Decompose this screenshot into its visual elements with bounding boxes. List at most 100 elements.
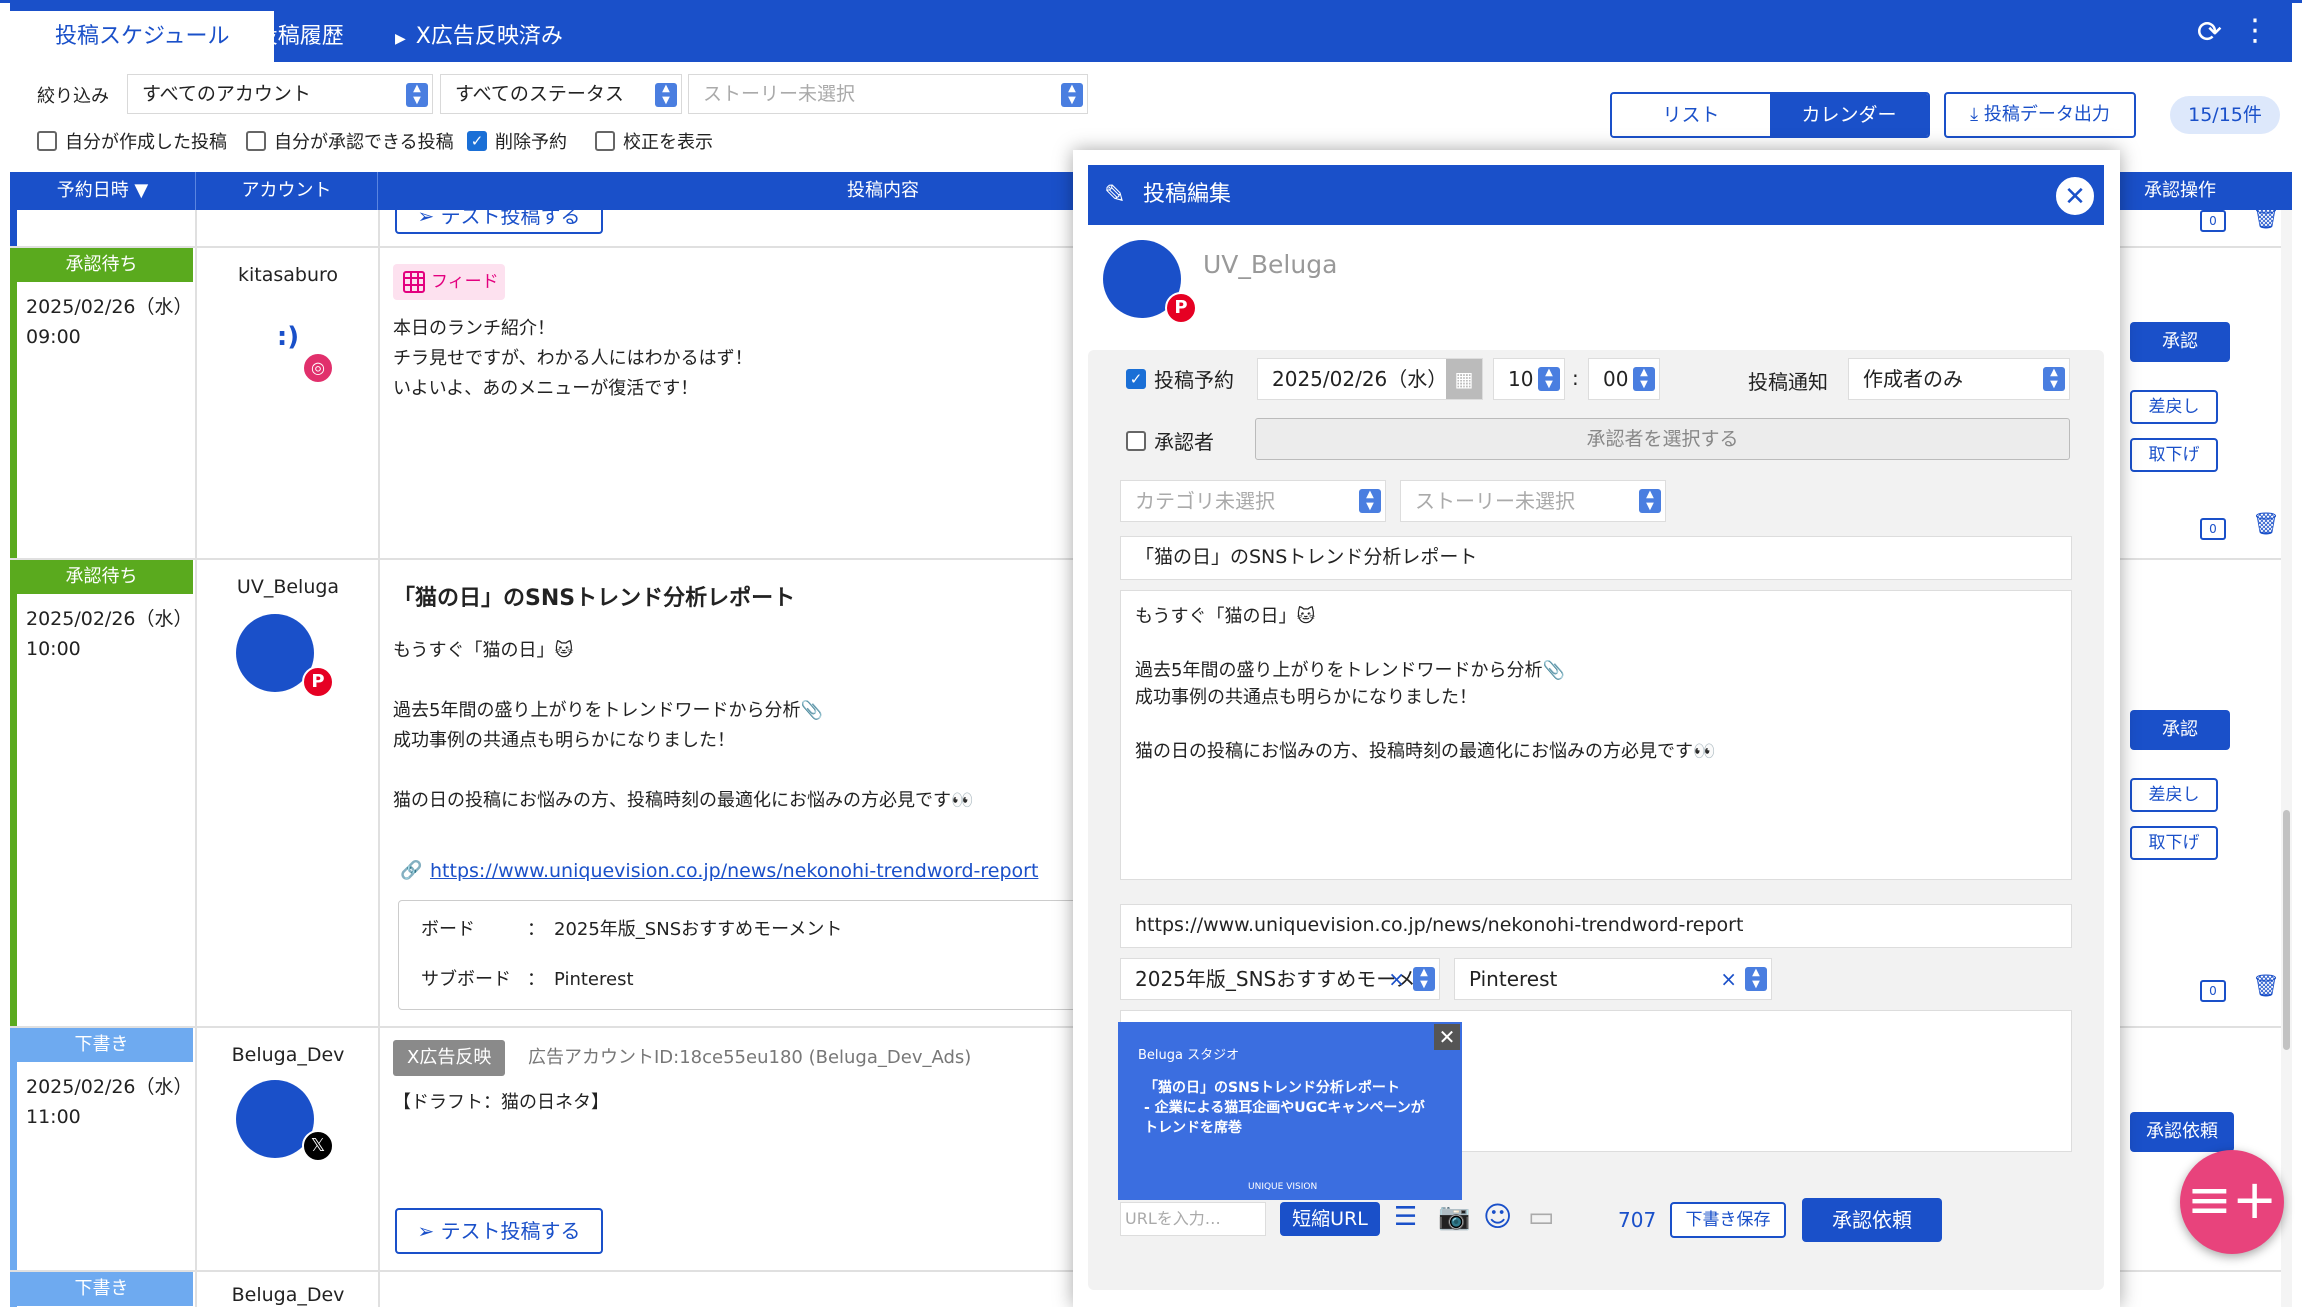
status-badge: 承認待ち bbox=[10, 248, 193, 282]
select-approver-button[interactable]: 承認者を選択する bbox=[1255, 418, 2070, 460]
kebab-menu-icon[interactable]: ⋮ bbox=[2240, 13, 2270, 48]
status-badge: 承認待ち bbox=[10, 560, 193, 594]
comment-count-icon[interactable]: 0 bbox=[2200, 518, 2226, 540]
schedule-label: 投稿予約 bbox=[1154, 368, 1234, 392]
scrollbar[interactable] bbox=[2281, 210, 2292, 1307]
withdraw-button[interactable]: 取下げ bbox=[2130, 438, 2218, 472]
filter-label: 絞り込み bbox=[37, 86, 109, 107]
url-input[interactable]: https://www.uniquevision.co.jp/news/neko… bbox=[1120, 904, 2072, 948]
check-approvable[interactable]: 自分が承認できる投稿 bbox=[246, 128, 454, 154]
reject-button[interactable]: 差戻し bbox=[2130, 390, 2218, 424]
checkbox-icon bbox=[595, 131, 615, 151]
tab-xads-label: X広告反映済み bbox=[415, 24, 563, 49]
save-draft-button[interactable]: 下書き保存 bbox=[1670, 1202, 1786, 1238]
post-link[interactable]: https://www.uniquevision.co.jp/news/neko… bbox=[430, 860, 1038, 882]
calendar-icon[interactable]: ▦ bbox=[1446, 359, 1482, 399]
check-label: 削除予約 bbox=[495, 132, 567, 153]
view-toggle: リスト カレンダー bbox=[1610, 92, 1930, 138]
tab-history[interactable]: ▶ 投稿履歴 bbox=[235, 11, 344, 62]
story-select[interactable]: ストーリー未選択 ▲ ▼ bbox=[688, 74, 1088, 114]
export-button[interactable]: ⤓ 投稿データ出力 bbox=[1944, 92, 2136, 138]
story-placeholder: ストーリー未選択 bbox=[1415, 489, 1575, 513]
status-badge: 下書き bbox=[10, 1272, 193, 1306]
instagram-icon: ◎ bbox=[302, 352, 334, 384]
thumb-line: - 企業による猫耳企画やUGCキャンペーンが bbox=[1144, 1100, 1425, 1116]
triangle-icon: ▶ bbox=[235, 31, 246, 47]
check-delete-reserved[interactable]: ✓ 削除予約 bbox=[467, 128, 567, 154]
date-input[interactable]: 2025/02/26（水） ▦ bbox=[1257, 358, 1483, 400]
remove-image-icon[interactable]: ✕ bbox=[1434, 1024, 1460, 1050]
clear-icon[interactable]: × bbox=[1720, 959, 1737, 999]
col-date[interactable]: 予約日時 ▼ bbox=[10, 172, 196, 210]
avatar: :) bbox=[276, 322, 300, 352]
modal-header: ✎ 投稿編集 ✕ bbox=[1088, 165, 2104, 225]
status-stripe bbox=[10, 1028, 17, 1270]
close-icon[interactable]: ✕ bbox=[2056, 177, 2094, 215]
app: 投稿スケジュール ▶ 投稿履歴 ▶ X広告反映済み ⟳ ⋮ 絞り込み すべてのアカウ… bbox=[0, 0, 2302, 1307]
view-list-button[interactable]: リスト bbox=[1612, 94, 1770, 136]
board-select[interactable]: 2025年版_SNSおすすめモーメント×▲▼ bbox=[1120, 958, 1440, 1031]
post-body-line: 成功事例の共通点も明らかになりました！ bbox=[393, 730, 735, 751]
separator: ： bbox=[527, 969, 545, 990]
feed-tag: フィード bbox=[393, 264, 505, 300]
trash-icon[interactable]: 🗑 bbox=[2252, 974, 2280, 999]
spinner-icon: ▲ ▼ bbox=[1633, 367, 1655, 391]
send-icon: ➢ bbox=[417, 1219, 441, 1243]
post-body-line: 過去5年間の盛り上がりをトレンドワードから分析📎 bbox=[393, 700, 823, 721]
story-select[interactable]: ストーリー未選択 ▲ ▼ bbox=[1400, 480, 1666, 522]
clear-icon[interactable]: × bbox=[1388, 959, 1405, 999]
add-post-fab[interactable]: ≡+ bbox=[2180, 1150, 2284, 1254]
account-select[interactable]: すべてのアカウント ▲ ▼ bbox=[127, 74, 433, 114]
camera-icon[interactable]: 📷 bbox=[1438, 1202, 1470, 1232]
edit-modal: ✎ 投稿編集 ✕ P UV_Beluga ✓ 投稿予約 2025/02/26（水）… bbox=[1073, 150, 2120, 1307]
post-time: 10:00 bbox=[26, 638, 81, 660]
preview-icon[interactable]: ▭ bbox=[1528, 1200, 1554, 1233]
hour-input[interactable]: 10 ▲ ▼ bbox=[1493, 358, 1565, 400]
schedule-checkbox[interactable]: ✓ 投稿予約 bbox=[1126, 364, 1234, 393]
approve-button[interactable]: 承認 bbox=[2130, 710, 2230, 750]
withdraw-button[interactable]: 取下げ bbox=[2130, 826, 2218, 860]
approver-label: 承認者 bbox=[1154, 430, 1214, 454]
checkbox-checked-icon: ✓ bbox=[1126, 368, 1146, 389]
post-body-textarea[interactable]: もうすぐ「猫の日」🐱 過去5年間の盛り上がりをトレンドワードから分析📎 成功事例… bbox=[1120, 590, 2072, 880]
scrollbar-thumb[interactable] bbox=[2283, 810, 2290, 1050]
post-body-line: チラ見せですが、わかる人にはわかるはず！ bbox=[393, 348, 753, 369]
view-calendar-button[interactable]: カレンダー bbox=[1770, 94, 1928, 136]
thumb-line: 「猫の日」のSNSトレンド分析レポート bbox=[1144, 1080, 1400, 1096]
check-label: 自分が作成した投稿 bbox=[65, 132, 227, 153]
check-my-posts[interactable]: 自分が作成した投稿 bbox=[37, 128, 227, 154]
notify-select[interactable]: 作成者のみ ▲ ▼ bbox=[1848, 358, 2070, 400]
url-shorten-input[interactable]: URLを入力… bbox=[1120, 1202, 1266, 1236]
checkbox-icon bbox=[1126, 430, 1146, 451]
check-proofread[interactable]: 校正を表示 bbox=[595, 128, 713, 154]
status-badge: 下書き bbox=[10, 1028, 193, 1062]
comment-count-icon[interactable]: 0 bbox=[2200, 210, 2226, 232]
approver-checkbox[interactable]: 承認者 bbox=[1126, 426, 1214, 455]
reject-button[interactable]: 差戻し bbox=[2130, 778, 2218, 812]
test-post-button[interactable]: ➢ テスト投稿する bbox=[395, 210, 603, 234]
emoji-icon[interactable]: ☺ bbox=[1483, 1200, 1512, 1233]
post-title: 「猫の日」のSNSトレンド分析レポート bbox=[393, 586, 796, 611]
x-icon: 𝕏 bbox=[302, 1130, 334, 1162]
post-title-input[interactable]: 「猫の日」のSNSトレンド分析レポート bbox=[1120, 536, 2072, 580]
subboard-select[interactable]: Pinterest × ▲ ▼ bbox=[1454, 958, 1772, 1000]
pinterest-icon: P bbox=[302, 666, 334, 698]
edit-icon: ✎ bbox=[1104, 180, 1126, 210]
comment-count-icon[interactable]: 0 bbox=[2200, 980, 2226, 1002]
test-post-button[interactable]: ➢ テスト投稿する bbox=[395, 1208, 603, 1254]
checkbox-icon bbox=[246, 131, 266, 151]
request-approval-button[interactable]: 承認依頼 bbox=[2130, 1112, 2234, 1152]
approve-button[interactable]: 承認 bbox=[2130, 322, 2230, 362]
minute-input[interactable]: 00 ▲ ▼ bbox=[1588, 358, 1660, 400]
tab-xads[interactable]: ▶ X広告反映済み bbox=[395, 11, 563, 62]
col-account: アカウント bbox=[196, 172, 378, 210]
thumb-brand: Beluga スタジオ bbox=[1138, 1048, 1240, 1063]
trash-icon[interactable]: 🗑 bbox=[2252, 210, 2280, 231]
status-select[interactable]: すべてのステータス ▲ ▼ bbox=[440, 74, 682, 114]
category-select[interactable]: カテゴリ未選択 ▲ ▼ bbox=[1120, 480, 1386, 522]
request-approval-button[interactable]: 承認依頼 bbox=[1802, 1198, 1942, 1242]
refresh-icon[interactable]: ⟳ bbox=[2197, 15, 2222, 50]
shorten-url-button[interactable]: 短縮URL bbox=[1280, 1202, 1380, 1236]
align-icon[interactable]: ☰ bbox=[1394, 1202, 1417, 1232]
trash-icon[interactable]: 🗑 bbox=[2252, 512, 2280, 537]
